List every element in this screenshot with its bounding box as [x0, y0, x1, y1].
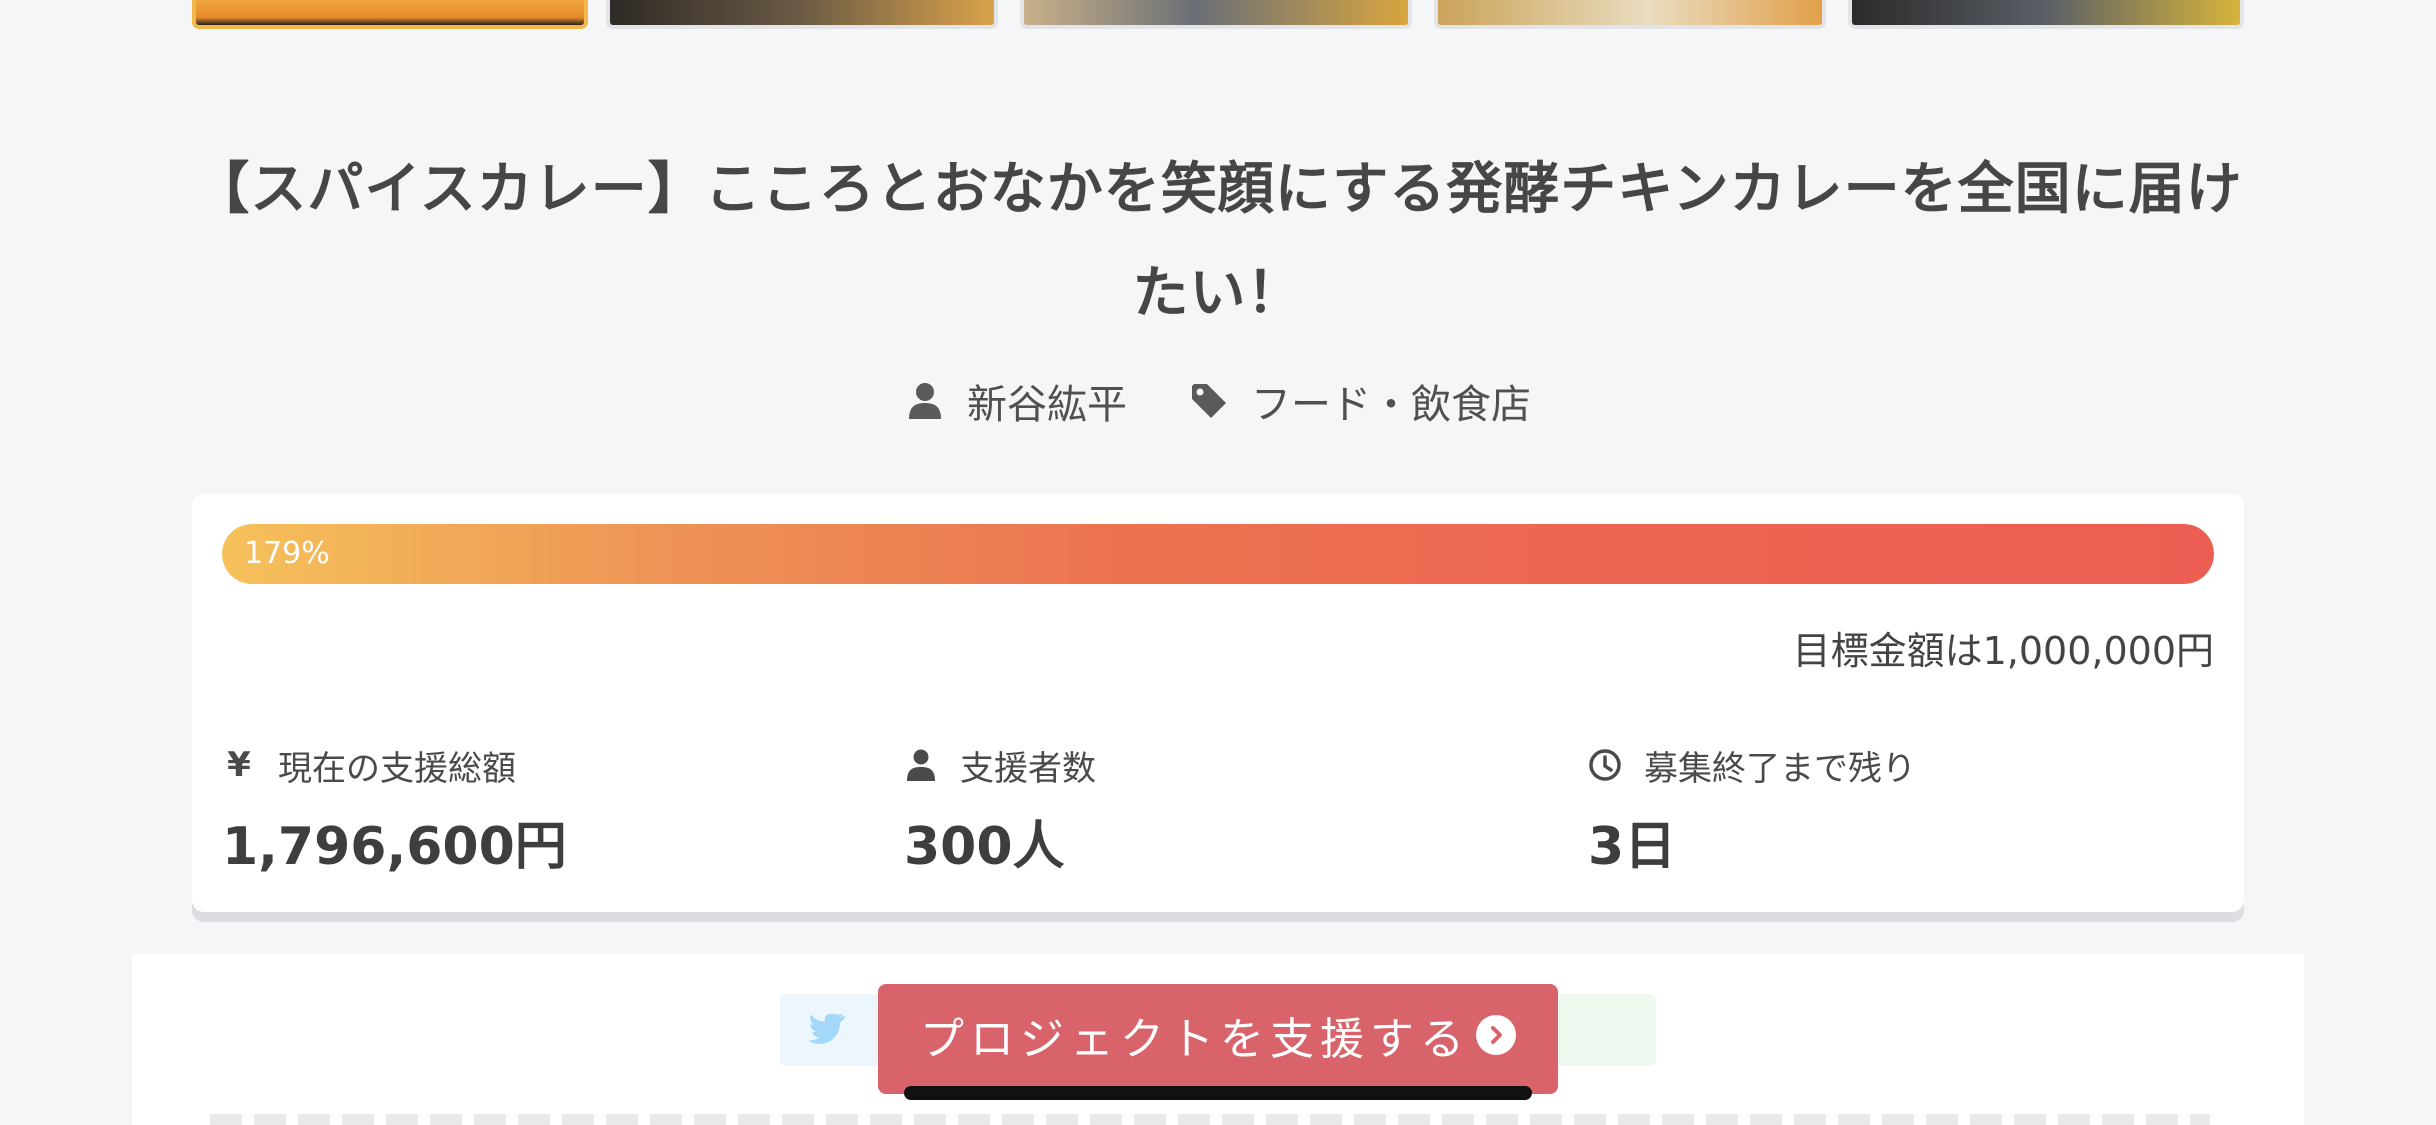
stat-total-amount: ¥ 現在の支援総額 1,796,600円: [222, 744, 567, 879]
goal-amount: 目標金額は1,000,000円: [1792, 629, 2214, 673]
description-preview: [210, 1114, 2210, 1125]
stat-value: 1,796,600円: [222, 817, 567, 877]
category-name: フード・飲食店: [1251, 382, 1531, 428]
thumbnail-4[interactable]: [1434, 0, 1826, 29]
project-meta: 新谷紘平 フード・飲食店: [0, 372, 2436, 430]
support-project-button[interactable]: プロジェクトを支援する: [878, 984, 1558, 1094]
chevron-right-icon: [1476, 1015, 1516, 1055]
tag-icon: [1192, 384, 1226, 418]
stat-value: 3日: [1588, 817, 1677, 877]
project-title: 【スパイスカレー】こころとおなかを笑顔にする発酵チキンカレーを全国に届けたい！: [193, 157, 2243, 326]
thumbnail-2[interactable]: [606, 0, 998, 29]
line-share-button[interactable]: [1556, 994, 1656, 1066]
stat-remaining: 募集終了まで残り 3日: [1588, 744, 1916, 879]
project-category[interactable]: フード・飲食店: [1189, 372, 1531, 430]
user-icon: [909, 383, 941, 419]
stat-label: 募集終了まで残り: [1644, 748, 1916, 789]
stat-label: 支援者数: [960, 748, 1096, 789]
twitter-share-button[interactable]: [780, 994, 880, 1066]
stat-supporters: 支援者数 300人: [904, 744, 1096, 879]
stat-value: 300人: [904, 817, 1065, 877]
support-button-label: プロジェクトを支援する: [920, 1014, 1470, 1065]
funding-card: 179% 目標金額は1,000,000円 ¥ 現在の支援総額 1,796,600…: [192, 494, 2244, 912]
project-owner[interactable]: 新谷紘平: [905, 372, 1127, 430]
clock-icon: [1589, 749, 1621, 781]
yen-icon: ¥: [227, 745, 251, 785]
home-indicator[interactable]: [904, 1086, 1532, 1100]
person-icon: [907, 749, 935, 781]
progress-percent: 179%: [244, 536, 330, 571]
thumbnail-1[interactable]: [192, 0, 588, 29]
stat-label: 現在の支援総額: [278, 748, 516, 789]
progress-fill: [222, 524, 2214, 584]
thumbnail-5[interactable]: [1848, 0, 2244, 29]
progress-bar: 179%: [222, 524, 2214, 584]
twitter-icon: [808, 1014, 846, 1044]
thumbnail-3[interactable]: [1020, 0, 1412, 29]
thumbnail-strip: [192, 0, 2244, 36]
owner-name: 新谷紘平: [967, 382, 1127, 428]
